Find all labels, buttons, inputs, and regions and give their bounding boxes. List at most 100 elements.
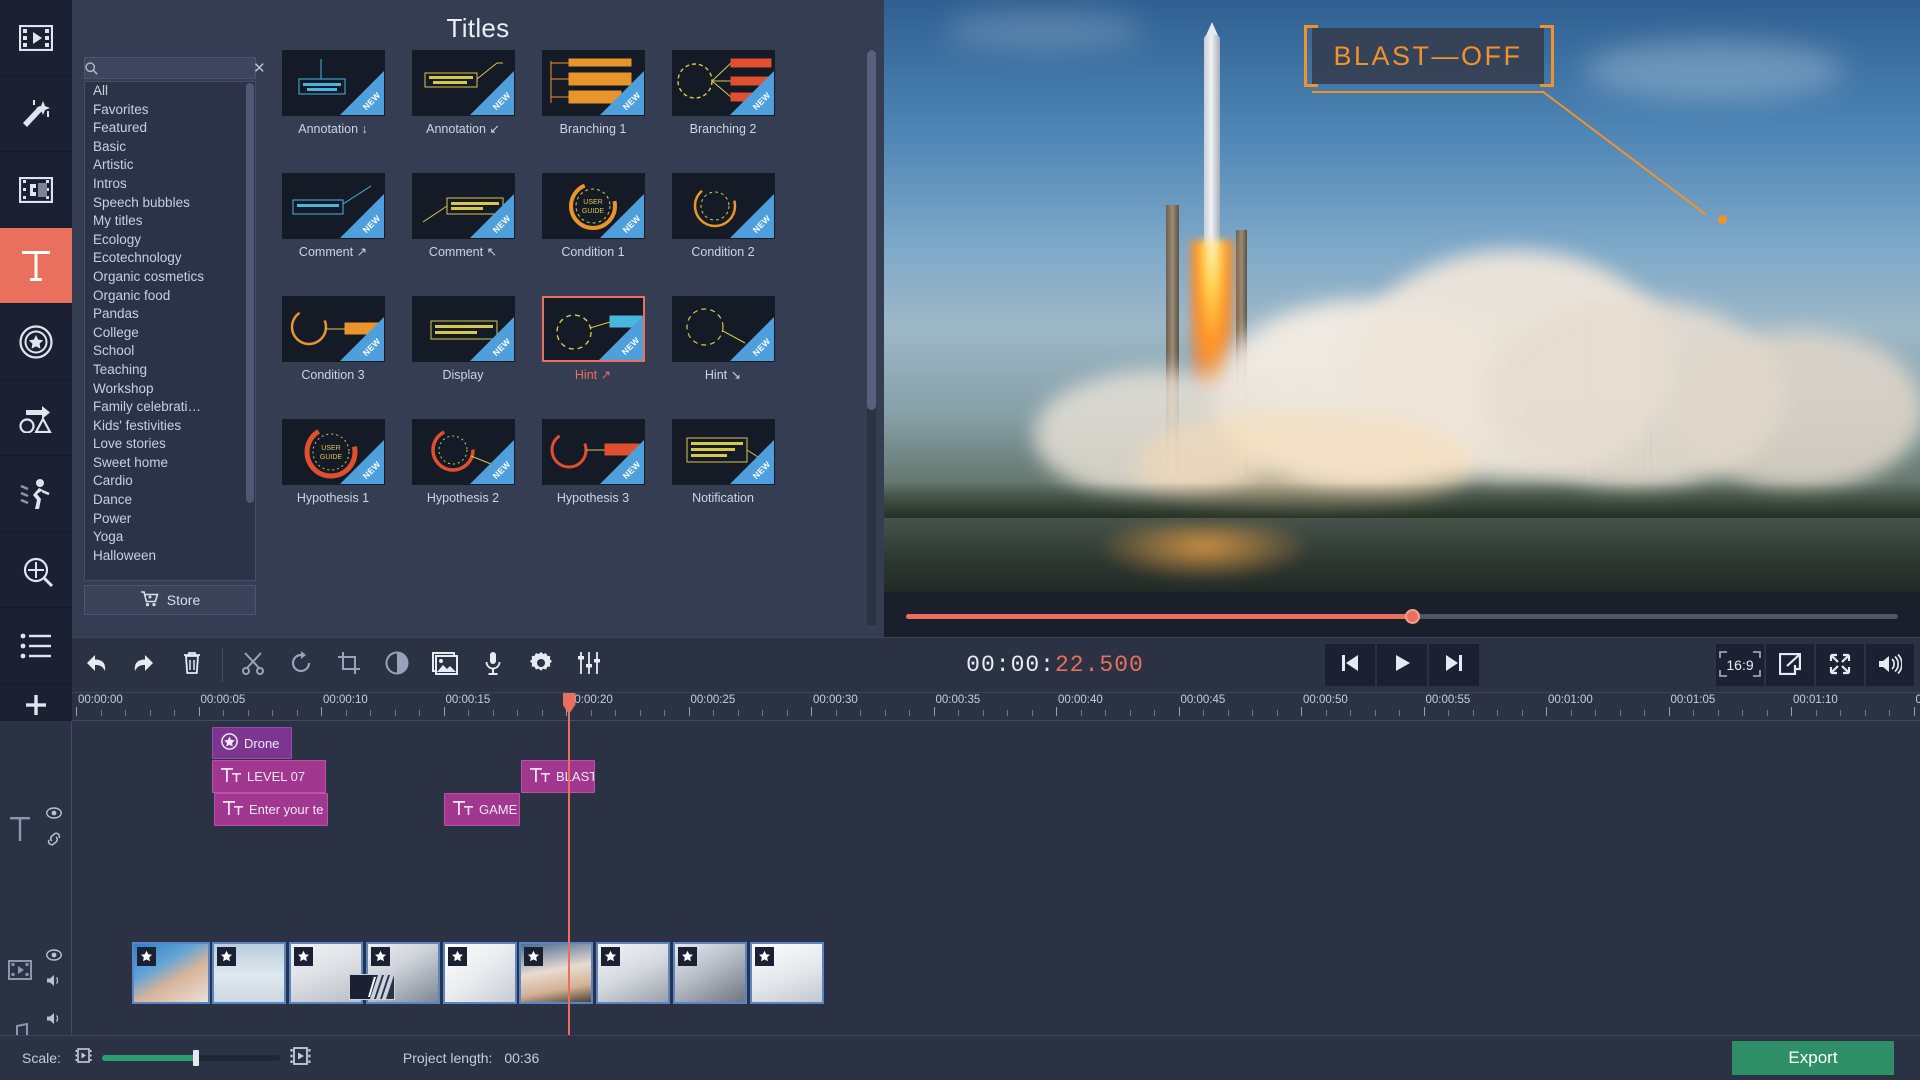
favorite-star-icon[interactable] xyxy=(755,947,774,966)
title-clip[interactable]: Enter your te xyxy=(214,793,328,826)
store-button[interactable]: Store xyxy=(84,585,256,615)
category-item[interactable]: Pandas xyxy=(85,305,255,324)
category-item[interactable]: Basic xyxy=(85,138,255,157)
timecode-display[interactable]: 00:00: 22.500 xyxy=(895,637,1215,693)
delete-button[interactable] xyxy=(168,637,216,693)
rail-item-motion-tracking[interactable] xyxy=(0,456,72,532)
category-item[interactable]: Power xyxy=(85,510,255,529)
video-clip[interactable] xyxy=(212,942,286,1004)
category-item[interactable]: Workshop xyxy=(85,380,255,399)
eye-icon[interactable] xyxy=(46,806,62,824)
favorite-star-icon[interactable] xyxy=(371,947,390,966)
video-clip[interactable] xyxy=(443,942,517,1004)
aspect-ratio-button[interactable]: 16:9 xyxy=(1716,644,1764,686)
speaker-icon[interactable] xyxy=(46,974,62,992)
detach-player-button[interactable] xyxy=(1766,644,1814,686)
category-item[interactable]: Teaching xyxy=(85,361,255,380)
next-frame-button[interactable] xyxy=(1429,644,1479,686)
titles-grid-scrollbar[interactable] xyxy=(867,50,876,625)
favorite-star-icon[interactable] xyxy=(294,947,313,966)
category-item[interactable]: Speech bubbles xyxy=(85,194,255,213)
category-item[interactable]: Halloween xyxy=(85,547,255,566)
title-preset-item[interactable]: NEW Hypothesis 3 xyxy=(528,419,658,542)
seek-handle[interactable] xyxy=(1404,609,1420,624)
timeline-ruler[interactable]: 00:00:00 00:00:05 00:00:10 00:00:15 00:00:20… xyxy=(72,693,1920,721)
category-item[interactable]: Dance xyxy=(85,491,255,510)
link-icon[interactable] xyxy=(46,832,62,851)
volume-button[interactable] xyxy=(1866,644,1914,686)
category-list[interactable]: All Favorites Featured Basic Artistic Intros S… xyxy=(84,81,256,581)
favorite-star-icon[interactable] xyxy=(678,947,697,966)
split-button[interactable] xyxy=(229,637,277,693)
title-preset-item[interactable]: USER GUIDE NEW Condition 1 xyxy=(528,173,658,296)
category-item[interactable]: Cardio xyxy=(85,472,255,491)
add-track-button[interactable] xyxy=(0,693,72,721)
rail-item-animation[interactable] xyxy=(0,380,72,456)
category-item[interactable]: Artistic xyxy=(85,156,255,175)
category-item[interactable]: Kids' festivities xyxy=(85,417,255,436)
favorite-star-icon[interactable] xyxy=(137,947,156,966)
video-clip[interactable] xyxy=(596,942,670,1004)
category-item[interactable]: All xyxy=(85,82,255,101)
crop-button[interactable] xyxy=(325,637,373,693)
video-track-head[interactable] xyxy=(0,936,72,1004)
category-item[interactable]: Organic food xyxy=(85,287,255,306)
video-clip[interactable] xyxy=(673,942,747,1004)
rail-item-transitions[interactable] xyxy=(0,152,72,228)
large-frame-icon[interactable] xyxy=(290,1046,311,1070)
category-item[interactable]: College xyxy=(85,324,255,343)
search-input[interactable] xyxy=(98,61,253,75)
clip-properties-button[interactable] xyxy=(517,637,565,693)
rail-item-filters[interactable] xyxy=(0,76,72,152)
eye-icon[interactable] xyxy=(46,948,62,966)
scale-slider[interactable] xyxy=(101,1050,280,1066)
previous-frame-button[interactable] xyxy=(1325,644,1375,686)
video-clip[interactable] xyxy=(750,942,824,1004)
rail-item-highlight-conceal[interactable] xyxy=(0,532,72,608)
category-item[interactable]: Featured xyxy=(85,119,255,138)
video-clip[interactable] xyxy=(519,942,593,1004)
rail-item-stickers[interactable] xyxy=(0,304,72,380)
titles-lane[interactable]: Drone LEVEL 07 BLAST- Enter your te GAME ( xyxy=(72,721,1920,936)
undo-button[interactable] xyxy=(72,637,120,693)
category-item[interactable]: My titles xyxy=(85,212,255,231)
transition-icon[interactable] xyxy=(349,974,395,1000)
preview-seek-bar[interactable] xyxy=(906,609,1898,624)
redo-button[interactable] xyxy=(120,637,168,693)
export-button[interactable]: Export xyxy=(1732,1041,1894,1075)
rail-item-more-tools[interactable] xyxy=(0,608,72,684)
title-preset-item[interactable]: USER GUIDE NEW Hypothesis 1 xyxy=(268,419,398,542)
playhead[interactable] xyxy=(568,693,570,1035)
title-preset-item[interactable]: NEW Comment ↖ xyxy=(398,173,528,296)
category-item[interactable]: School xyxy=(85,342,255,361)
title-preset-item[interactable]: NEW Condition 3 xyxy=(268,296,398,419)
play-button[interactable] xyxy=(1377,644,1427,686)
scale-slider-handle[interactable] xyxy=(193,1050,200,1066)
title-preset-item[interactable]: NEW Comment ↗ xyxy=(268,173,398,296)
title-preset-item[interactable]: NEW Condition 2 xyxy=(658,173,788,296)
title-clip[interactable]: BLAST- xyxy=(521,760,595,793)
category-item[interactable]: Love stories xyxy=(85,435,255,454)
rail-item-titles[interactable] xyxy=(0,228,72,304)
title-preset-item[interactable]: NEW Display xyxy=(398,296,528,419)
fullscreen-button[interactable] xyxy=(1816,644,1864,686)
favorite-star-icon[interactable] xyxy=(217,947,236,966)
category-scrollbar[interactable] xyxy=(246,83,254,503)
category-item[interactable]: Intros xyxy=(85,175,255,194)
title-preset-item[interactable]: NEW Notification xyxy=(658,419,788,542)
overlay-title[interactable]: BLAST—OFF xyxy=(1304,25,1727,224)
rotate-button[interactable] xyxy=(277,637,325,693)
rail-item-import[interactable] xyxy=(0,0,72,76)
title-preset-item[interactable]: NEW Branching 2 xyxy=(658,50,788,173)
speaker-icon[interactable] xyxy=(46,1012,62,1030)
favorite-star-icon[interactable] xyxy=(601,947,620,966)
title-preset-item[interactable]: NEW Hint ↘ xyxy=(658,296,788,419)
title-preset-item[interactable]: NEW Hint ↗ xyxy=(528,296,658,419)
category-item[interactable]: Sweet home xyxy=(85,454,255,473)
title-preset-item[interactable]: NEW Branching 1 xyxy=(528,50,658,173)
title-preset-item[interactable]: NEW Hypothesis 2 xyxy=(398,419,528,542)
favorite-star-icon[interactable] xyxy=(524,947,543,966)
category-item[interactable]: Favorites xyxy=(85,101,255,120)
category-item[interactable]: Family celebrati… xyxy=(85,398,255,417)
equalizer-button[interactable] xyxy=(565,637,613,693)
